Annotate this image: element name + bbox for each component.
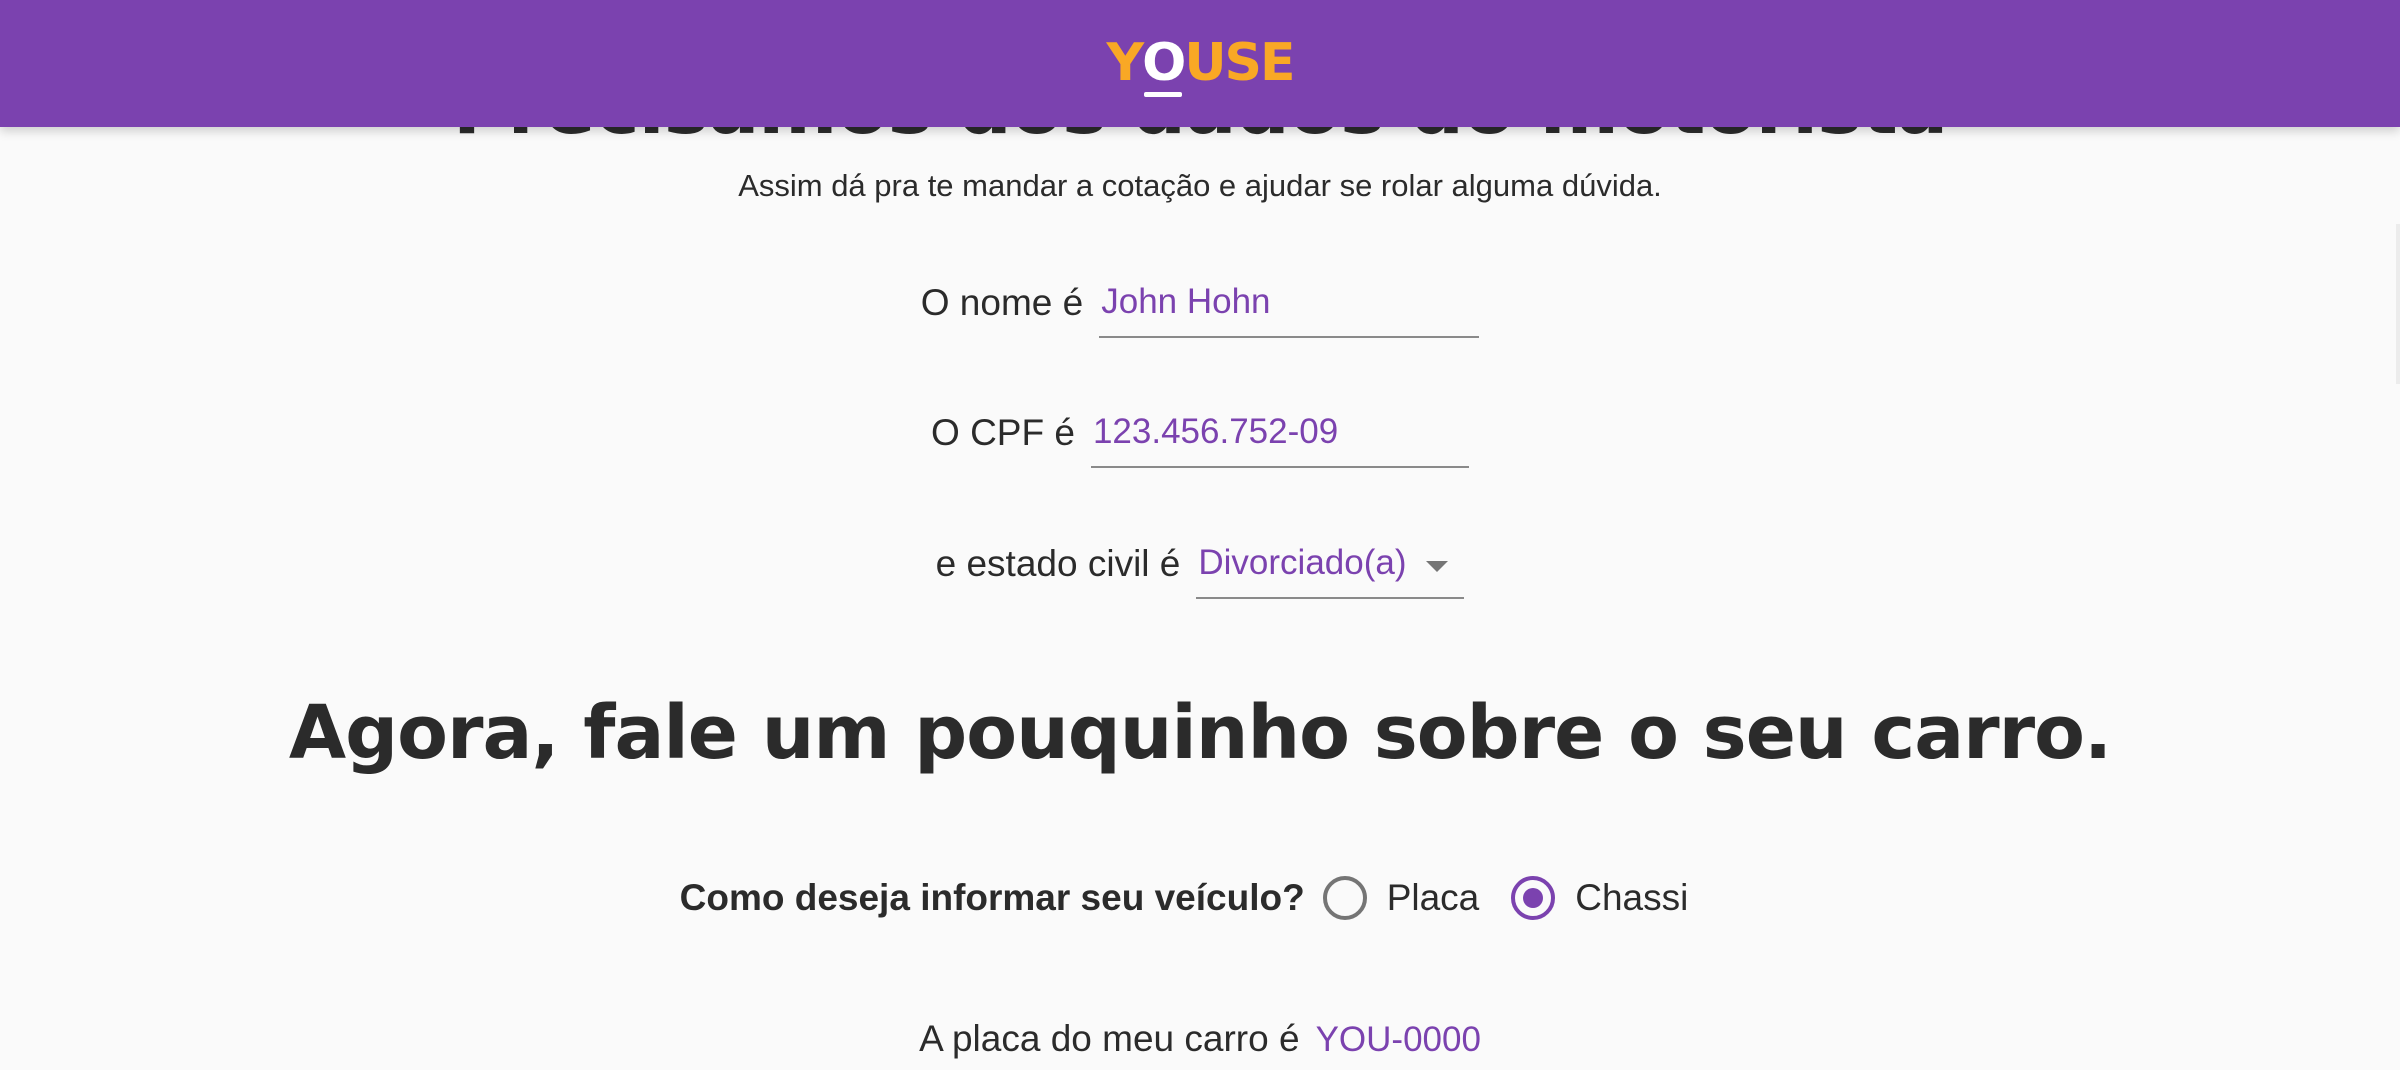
name-field[interactable]: John Hohn: [1099, 282, 1480, 338]
name-value: John Hohn: [1101, 282, 1271, 321]
logo-letter-y: Y: [1106, 32, 1144, 93]
name-label: O nome é: [920, 282, 1084, 323]
marital-status-value: Divorciado(a): [1198, 543, 1407, 582]
plate-label: A placa do meu carro é: [919, 1018, 1300, 1059]
vehicle-identification-row: Como deseja informar seu veículo? Placa …: [0, 876, 2400, 920]
radio-label-chassi[interactable]: Chassi: [1575, 877, 1688, 919]
vehicle-question: Como deseja informar seu veículo?: [679, 877, 1305, 918]
chevron-down-icon: [1426, 560, 1449, 572]
youse-logo[interactable]: YOUSE: [1106, 32, 1296, 97]
logo-letter-o: O: [1142, 32, 1186, 97]
cpf-label: O CPF é: [931, 412, 1075, 453]
name-row: O nome é John Hohn: [0, 282, 2400, 338]
plate-row: A placa do meu carro é YOU-0000: [0, 1018, 2400, 1060]
marital-status-label: e estado civil é: [935, 543, 1181, 584]
logo-letters-use: USE: [1184, 32, 1295, 93]
cpf-field[interactable]: 123.456.752-09: [1090, 412, 1469, 468]
cpf-row: O CPF é 123.456.752-09: [0, 412, 2400, 468]
radio-chassi[interactable]: [1511, 876, 1556, 920]
radio-placa[interactable]: [1322, 876, 1367, 920]
cpf-value: 123.456.752-09: [1092, 412, 1339, 451]
plate-field[interactable]: YOU-0000: [1316, 1020, 1481, 1060]
marital-status-select[interactable]: Divorciado(a): [1196, 543, 1465, 599]
radio-label-placa[interactable]: Placa: [1387, 877, 1480, 919]
car-section-heading: Agora, fale um pouquinho sobre o seu car…: [288, 690, 2112, 776]
quote-form-page: Precisamos dos dados do motorista YOUSE …: [0, 0, 2400, 1070]
driver-section-subtitle: Assim dá pra te mandar a cotação e ajuda…: [738, 168, 1662, 203]
marital-status-row: e estado civil é Divorciado(a): [0, 543, 2400, 599]
top-header: YOUSE: [0, 0, 2400, 127]
